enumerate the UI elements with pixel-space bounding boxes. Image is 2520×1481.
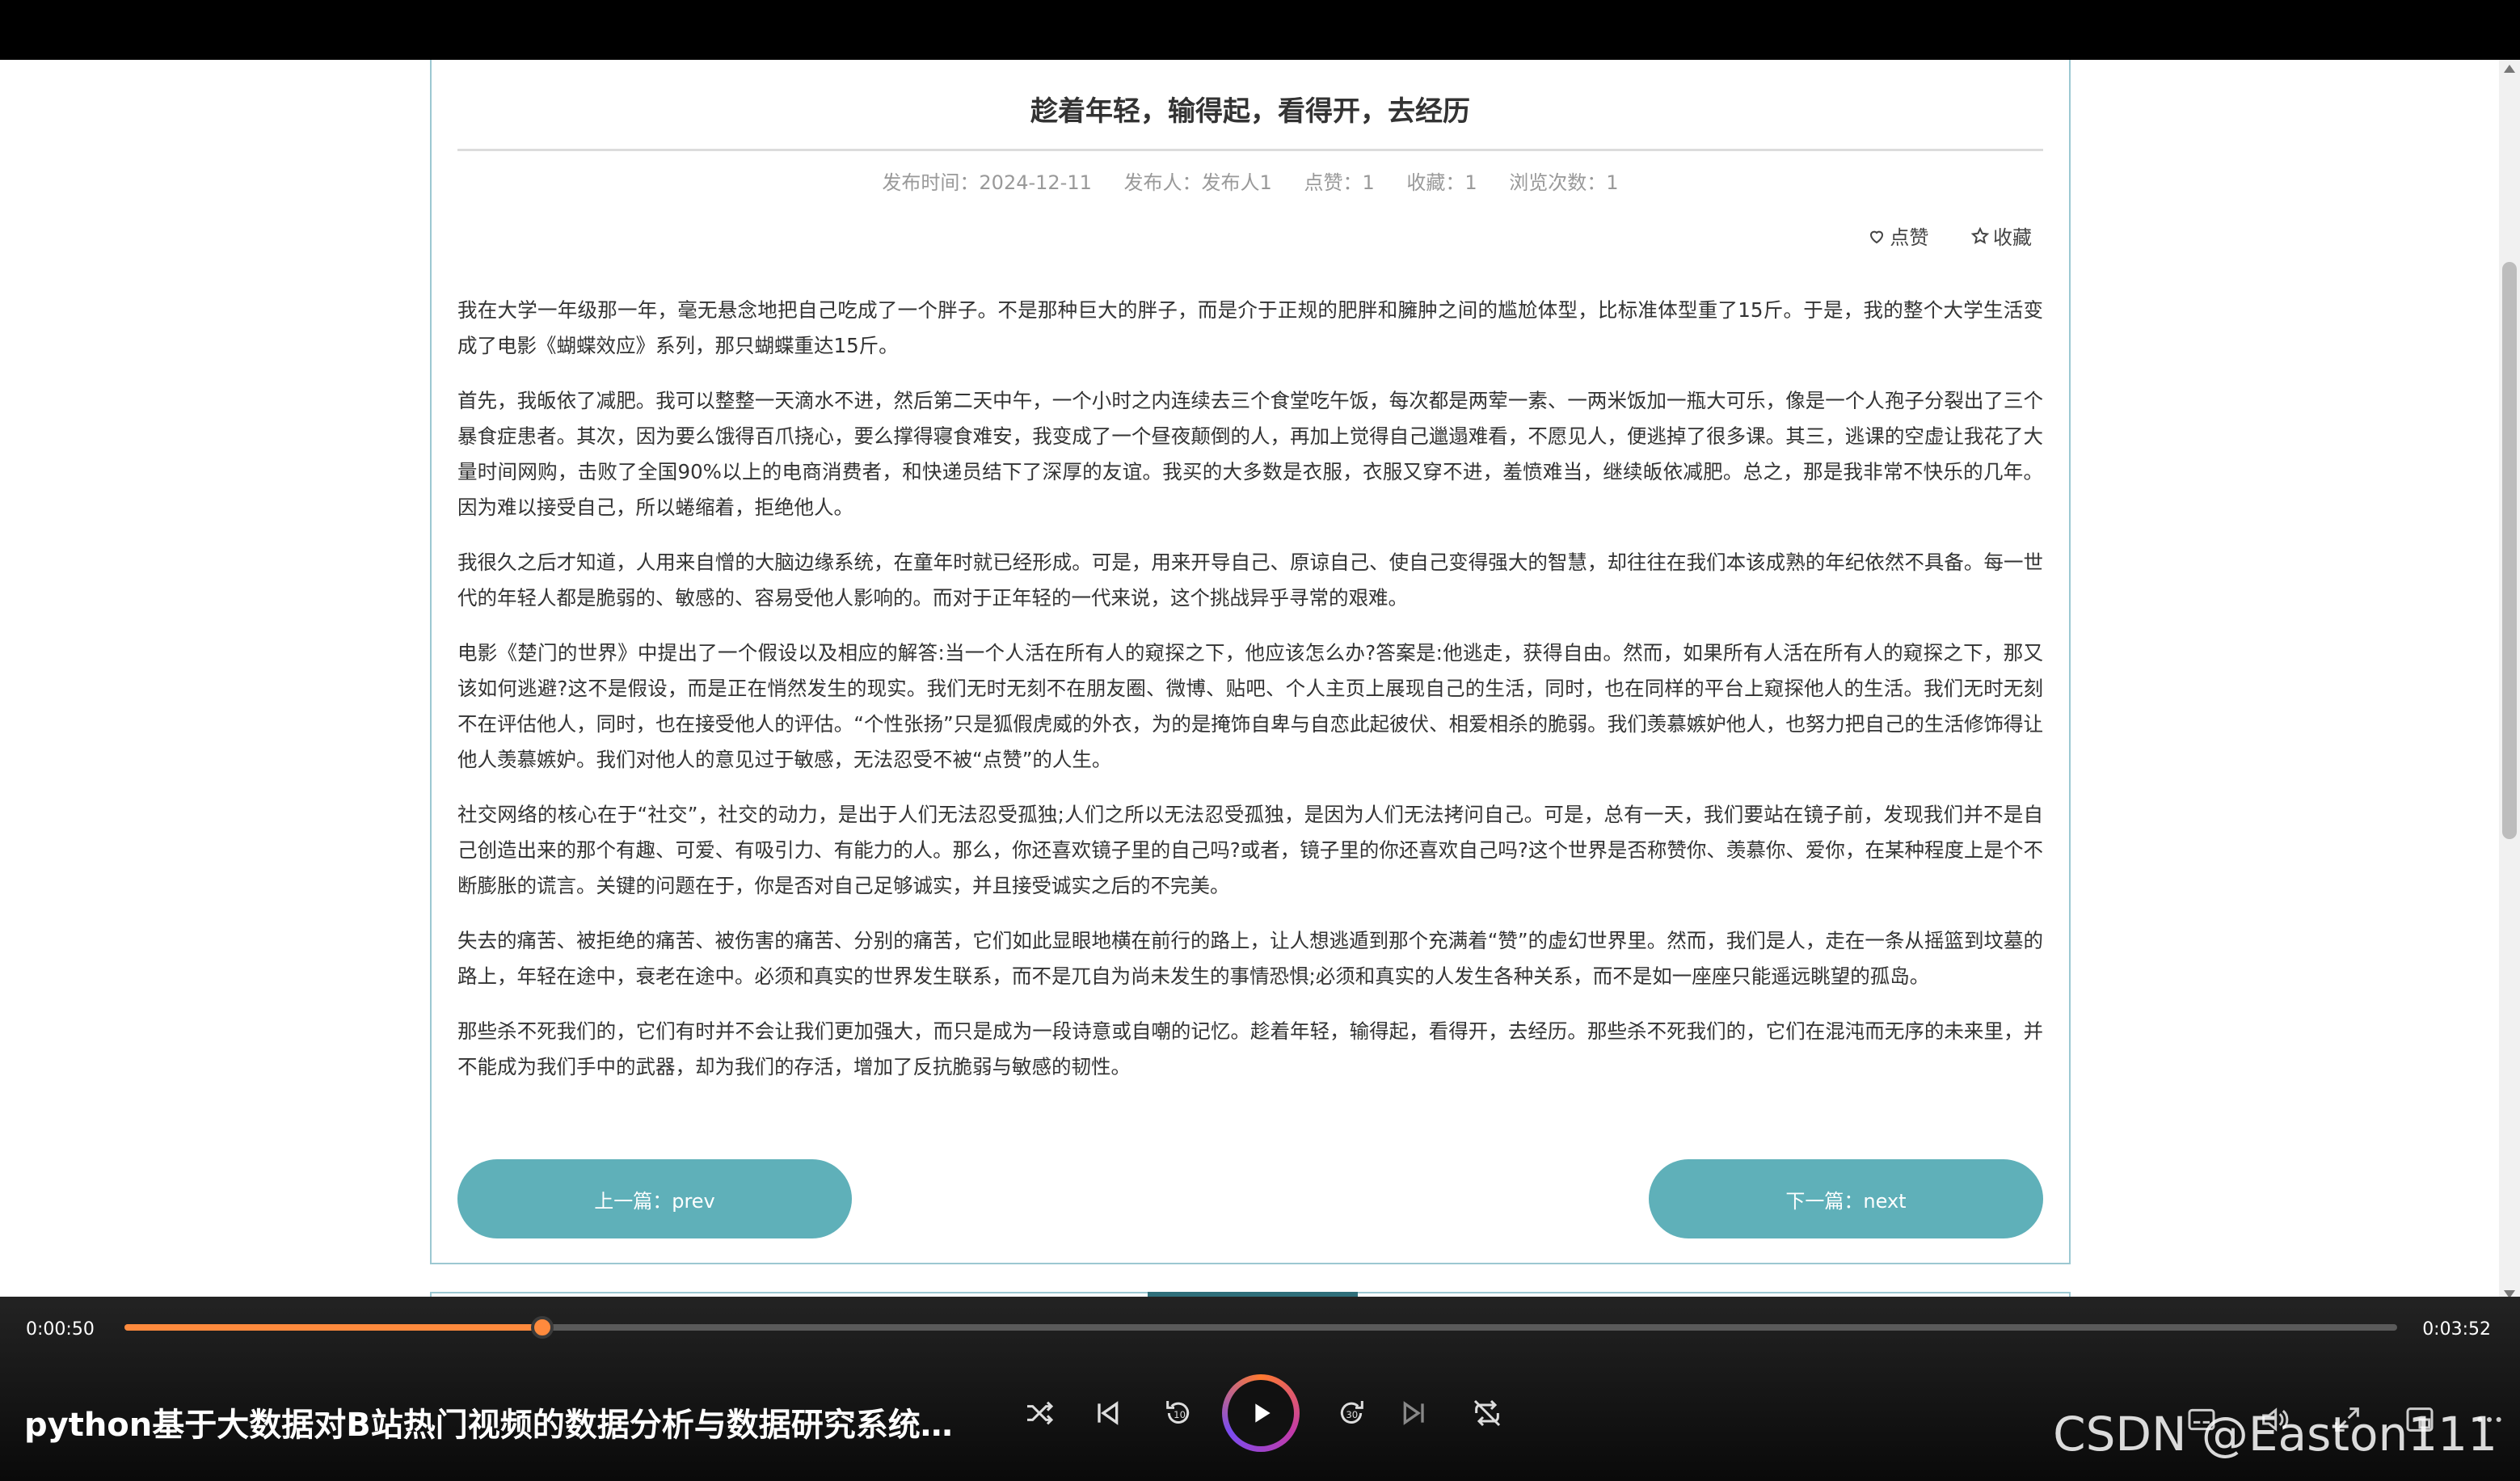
play-icon (1255, 1403, 1271, 1423)
seek-bar[interactable] (124, 1316, 2397, 1339)
article-paragraph: 我在大学一年级那一年，毫无悬念地把自己吃成了一个胖子。不是那种巨大的胖子，而是介… (457, 298, 2043, 357)
scrollbar-thumb[interactable] (2502, 262, 2517, 839)
view-count: 浏览次数：1 (1509, 171, 1619, 194)
article-paragraph: 社交网络的核心在于“社交”，社交的动力，是出于人们无法忍受孤独;人们之所以无法忍… (457, 803, 2043, 897)
watermark: CSDN @Easton111 (2053, 1407, 2497, 1462)
svg-text:10: 10 (1174, 1409, 1186, 1420)
article-meta: 发布时间：2024-12-11 发布人：发布人1 点赞：1 收藏：1 浏览次数：… (432, 167, 2069, 195)
like-button[interactable]: 点赞 (1867, 222, 1928, 250)
article-actions: 点赞 收藏 (1831, 222, 2032, 251)
skip-next-icon (1403, 1401, 1424, 1425)
play-button-inner (1228, 1380, 1294, 1446)
article-paragraph: 首先，我皈依了减肥。我可以整整一天滴水不进，然后第二天中午，一个小时之内连续去三… (457, 389, 2043, 519)
article-content: 我在大学一年级那一年，毫无悬念地把自己吃成了一个胖子。不是那种巨大的胖子，而是介… (457, 293, 2043, 1104)
forward-button[interactable]: 30 (1332, 1394, 1371, 1432)
rewind-10-icon: 10 (1166, 1401, 1190, 1424)
article-paragraph: 那些杀不死我们的，它们有时并不会让我们更加强大，而只是成为一段诗意或自嘲的记忆。… (457, 1019, 2043, 1078)
article-paragraph: 我很久之后才知道，人用来自憎的大脑边缘系统，在童年时就已经形成。可是，用来开导自… (457, 551, 2043, 610)
article-panel: 趁着年轻，输得起，看得开，去经历 发布时间：2024-12-11 发布人：发布人… (430, 60, 2071, 1264)
video-title: python基于大数据对B站热门视频的数据分析与数据研究系统演... (24, 1407, 978, 1444)
rewind-button[interactable]: 10 (1159, 1394, 1198, 1432)
publish-time: 发布时间：2024-12-11 (882, 171, 1092, 194)
total-time: 0:03:52 (2422, 1319, 2491, 1340)
heart-icon (1870, 230, 1884, 243)
scroll-up-icon[interactable] (2504, 65, 2515, 73)
article-paragraph: 电影《楚门的世界》中提出了一个假设以及相应的解答:当一个人活在所有人的窥探之下，… (457, 641, 2043, 771)
repeat-button[interactable] (1468, 1394, 1507, 1432)
like-label: 点赞 (1890, 226, 1929, 249)
current-time: 0:00:50 (26, 1319, 95, 1340)
previous-button[interactable] (1088, 1394, 1127, 1432)
repeat-off-icon (1473, 1399, 1501, 1427)
play-button[interactable] (1222, 1374, 1300, 1452)
star-icon (1970, 226, 1990, 244)
seek-bar-progress (124, 1324, 543, 1331)
favorite-count: 收藏：1 (1406, 171, 1477, 194)
article-paragraph: 失去的痛苦、被拒绝的痛苦、被伤害的痛苦、分别的痛苦，它们如此显眼地横在前行的路上… (457, 929, 2043, 988)
prev-article-button[interactable]: 上一篇：prev (457, 1159, 852, 1238)
next-article-button[interactable]: 下一篇：next (1649, 1159, 2043, 1238)
shuffle-icon (1027, 1401, 1054, 1425)
next-button[interactable] (1395, 1394, 1434, 1432)
svg-text:30: 30 (1346, 1409, 1358, 1420)
article-title: 趁着年轻，输得起，看得开，去经历 (1030, 95, 1470, 128)
skip-previous-icon (1098, 1401, 1119, 1425)
forward-30-icon: 30 (1340, 1401, 1363, 1424)
seek-handle[interactable] (531, 1316, 554, 1339)
title-divider (457, 149, 2043, 151)
favorite-button[interactable]: 收藏 (1970, 222, 2032, 250)
publisher: 发布人：发布人1 (1123, 171, 1272, 194)
like-count: 点赞：1 (1304, 171, 1375, 194)
shuffle-button[interactable] (1020, 1394, 1059, 1432)
favorite-label: 收藏 (1993, 226, 2032, 249)
window-top-bar (0, 0, 2520, 60)
